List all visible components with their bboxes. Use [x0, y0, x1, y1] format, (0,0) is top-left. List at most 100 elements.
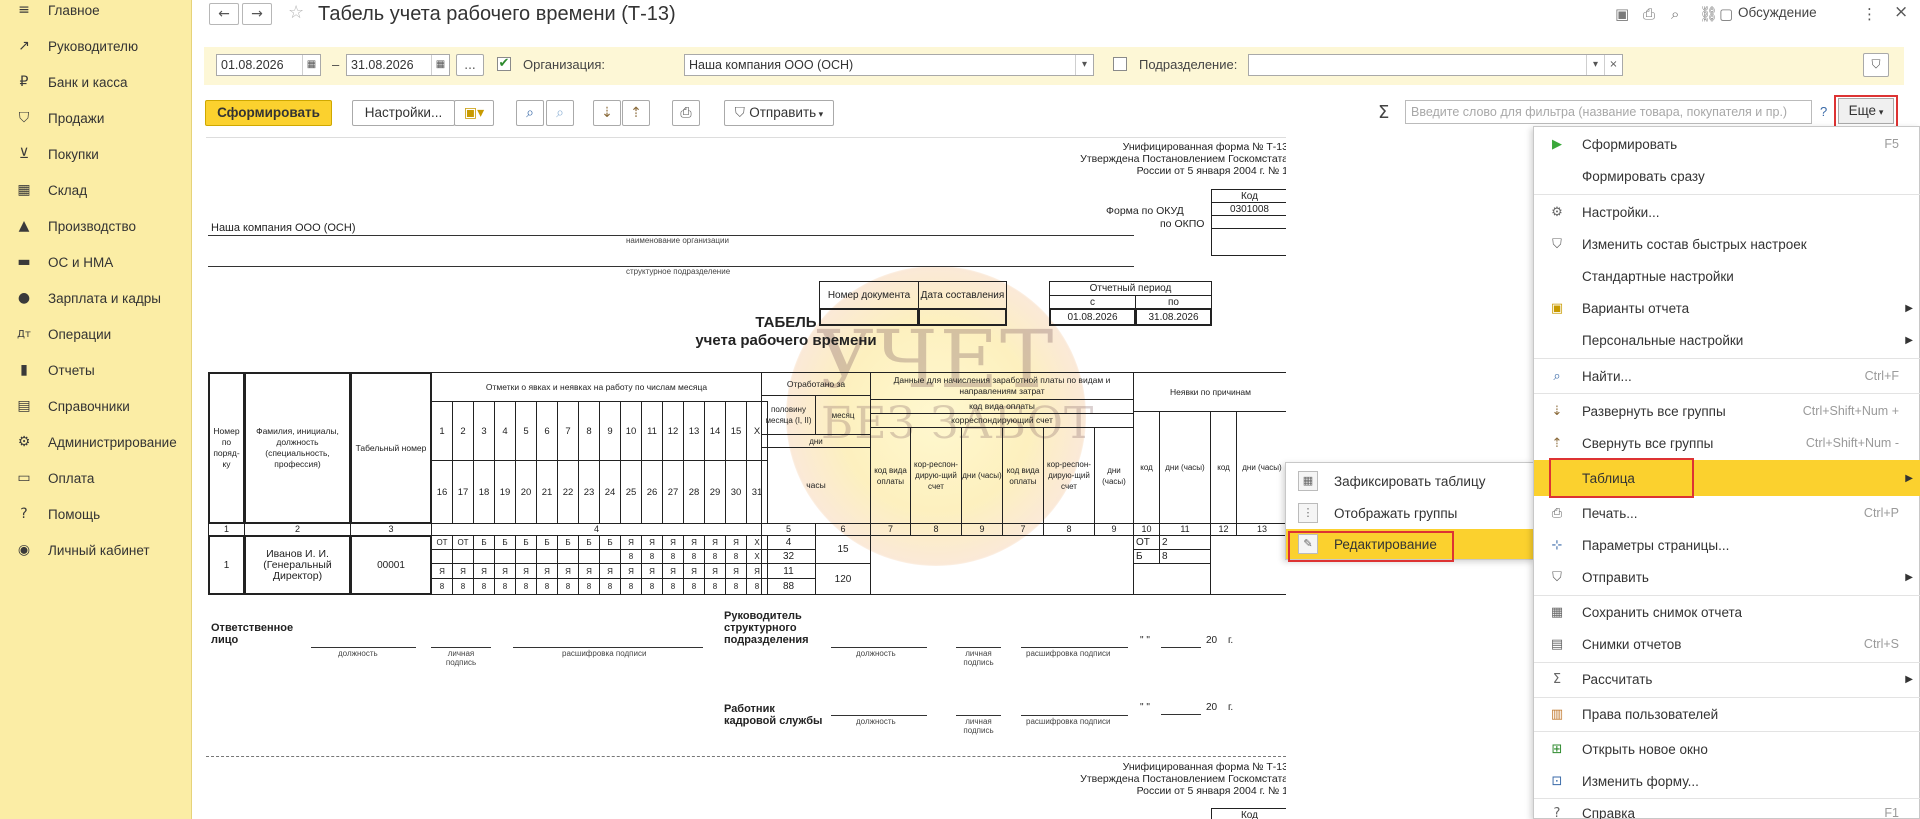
- date-to-input[interactable]: 31.08.2026 ▦: [346, 54, 450, 76]
- back-button[interactable]: ←: [209, 3, 239, 25]
- mark-cell: 8: [704, 549, 726, 564]
- employee-num: 1: [208, 535, 245, 595]
- menu-item-table[interactable]: Таблица ▶: [1534, 460, 1920, 496]
- sidebar-item-salary[interactable]: ● Зарплата и кадры: [0, 280, 192, 316]
- preview-icon[interactable]: ⌕: [1671, 5, 1679, 23]
- day-number-cell: 14: [704, 401, 726, 461]
- collapse-groups-icon[interactable]: ⇡: [622, 100, 650, 126]
- command-bar: Сформировать Настройки... ▣▾ ⌕ ⌕ ⇣ ⇡ ⎙ ⛉…: [192, 95, 1920, 128]
- generate-button[interactable]: Сформировать: [205, 100, 332, 126]
- more-button[interactable]: Еще ▾: [1838, 98, 1894, 124]
- menu-item-label: Изменить форму...: [1582, 773, 1699, 789]
- menu-item-generate-immediately[interactable]: Формировать сразу: [1534, 160, 1920, 192]
- date-from-value: 01.08.2026: [221, 58, 284, 72]
- menu-item-page-setup[interactable]: ⊹ Параметры страницы...: [1534, 529, 1920, 561]
- report-variants-button[interactable]: ▣▾: [454, 100, 494, 126]
- menu-item-snapshots[interactable]: ▤ Снимки отчетов Ctrl+S: [1534, 628, 1920, 660]
- organization-input[interactable]: Наша компания ООО (ОСН) ▾: [684, 54, 1094, 76]
- print-icon[interactable]: ⎙: [1643, 5, 1655, 23]
- sidebar-item-production[interactable]: ▲ Производство: [0, 208, 192, 244]
- organization-checkbox[interactable]: ✔: [497, 57, 511, 71]
- date-line: [1161, 714, 1201, 715]
- menu-item-settings[interactable]: ⚙ Настройки...: [1534, 196, 1920, 228]
- print-icon[interactable]: ⎙: [672, 100, 700, 126]
- menu-item-calculate[interactable]: Σ Рассчитать ▶: [1534, 663, 1920, 695]
- menu-item-expand-groups[interactable]: ⇣ Развернуть все группы Ctrl+Shift+Num +: [1534, 395, 1920, 427]
- menu-item-freeze-table[interactable]: ▦ Зафиксировать таблицу: [1286, 466, 1534, 496]
- sidebar-item-account[interactable]: ◉ Личный кабинет: [0, 532, 192, 568]
- chevron-down-icon[interactable]: ▾: [1075, 55, 1093, 75]
- expand-groups-icon[interactable]: ⇣: [593, 100, 621, 126]
- sum-icon[interactable]: Σ: [1378, 102, 1389, 123]
- close-icon[interactable]: ×: [1894, 2, 1908, 22]
- menu-item-print[interactable]: ⎙ Печать... Ctrl+P: [1534, 497, 1920, 529]
- filter-icon[interactable]: ⛉: [1863, 53, 1889, 77]
- menu-item-personal-settings[interactable]: Персональные настройки ▶: [1534, 324, 1920, 356]
- menu-item-report-variants[interactable]: ▣ Варианты отчета ▶: [1534, 292, 1920, 324]
- sidebar-item-admin[interactable]: ⚙ Администрирование: [0, 424, 192, 460]
- search-input[interactable]: Введите слово для фильтра (название това…: [1405, 100, 1812, 124]
- menu-item-label: Изменить состав быстрых настроек: [1582, 236, 1807, 252]
- sidebar-item-warehouse[interactable]: ▦ Склад: [0, 172, 192, 208]
- sidebar-item-sales[interactable]: ⛉ Продажи: [0, 100, 192, 136]
- period-select-button[interactable]: ...: [456, 54, 484, 76]
- col-fio-header: Фамилия, инициалы, должность (специально…: [244, 372, 351, 524]
- menu-item-collapse-groups[interactable]: ⇡ Свернуть все группы Ctrl+Shift+Num -: [1534, 427, 1920, 459]
- menu-item-standard-settings[interactable]: Стандартные настройки: [1534, 260, 1920, 292]
- approved-date: России от 5 января 2004 г. № 1: [1136, 165, 1286, 177]
- mark-cell: 8: [452, 578, 474, 595]
- payroll-data: [870, 535, 1134, 595]
- chat-icon[interactable]: ▢: [1719, 5, 1733, 23]
- shortcut: F1: [1884, 806, 1899, 819]
- sidebar-item-reports[interactable]: ▮ Отчеты: [0, 352, 192, 388]
- menu-item-change-form[interactable]: ⊡ Изменить форму...: [1534, 765, 1920, 797]
- menu-item-help[interactable]: ? Справка F1: [1534, 797, 1920, 819]
- chevron-down-icon[interactable]: ▾: [1586, 55, 1604, 75]
- mark-cell: 8: [431, 578, 453, 595]
- chevron-down-icon: ▾: [816, 109, 824, 119]
- search-icon[interactable]: ⌕: [516, 100, 544, 126]
- menu-item-new-window[interactable]: ⊞ Открыть новое окно: [1534, 733, 1920, 765]
- menu-item-user-rights[interactable]: ▥ Права пользователей: [1534, 698, 1920, 730]
- clear-icon[interactable]: ×: [1604, 55, 1622, 75]
- search-next-icon[interactable]: ⌕: [546, 100, 574, 126]
- settings-button[interactable]: Настройки...: [352, 100, 455, 126]
- save-icon[interactable]: ▣: [1615, 5, 1629, 23]
- menu-item-show-groups[interactable]: ⋮ Отображать группы: [1286, 498, 1534, 528]
- sidebar-item-manager[interactable]: ↗ Руководителю: [0, 28, 192, 64]
- sidebar-item-bank[interactable]: ₽ Банк и касса: [0, 64, 192, 100]
- calendar-icon[interactable]: ▦: [431, 55, 449, 75]
- submenu-arrow-icon: ▶: [1905, 472, 1913, 484]
- day-number-cell: 13: [683, 401, 705, 461]
- link-icon[interactable]: ⛓: [1699, 5, 1718, 23]
- mark-cell: [578, 549, 600, 564]
- separator: [1534, 194, 1920, 195]
- forward-button[interactable]: →: [242, 3, 272, 25]
- menu-item-label: Зафиксировать таблицу: [1334, 473, 1486, 489]
- menu-item-find[interactable]: ⌕ Найти... Ctrl+F: [1534, 360, 1920, 392]
- menu-item-quick-settings[interactable]: ⛉ Изменить состав быстрых настроек: [1534, 228, 1920, 260]
- send-button[interactable]: ⛉ Отправить ▾: [724, 100, 834, 126]
- sidebar-item-help[interactable]: ? Помощь: [0, 496, 192, 532]
- mark-cell: [599, 549, 621, 564]
- more-dots-icon[interactable]: ⋮: [1862, 5, 1877, 23]
- menu-item-generate[interactable]: ▶ Сформировать F5: [1534, 128, 1920, 160]
- favorite-star-icon[interactable]: ☆: [288, 2, 304, 23]
- department-checkbox[interactable]: [1113, 57, 1127, 71]
- corr-acc-header: корреспондирующий счет: [870, 413, 1134, 428]
- sidebar-item-purchases[interactable]: ⊻ Покупки: [0, 136, 192, 172]
- menu-item-send[interactable]: ⛉ Отправить ▶: [1534, 561, 1920, 593]
- sidebar-item-main[interactable]: ≡ Главное: [0, 0, 192, 28]
- menu-item-editing[interactable]: ✎ Редактирование: [1286, 529, 1534, 559]
- discuss-button[interactable]: Обсуждение: [1738, 5, 1817, 20]
- calendar-icon[interactable]: ▦: [302, 55, 320, 75]
- menu-item-save-snapshot[interactable]: ▦ Сохранить снимок отчета: [1534, 596, 1920, 628]
- date-from-input[interactable]: 01.08.2026 ▦: [216, 54, 321, 76]
- help-icon[interactable]: ?: [1820, 104, 1827, 119]
- sidebar-item-payment[interactable]: ▭ Оплата: [0, 460, 192, 496]
- department-input[interactable]: ▾ ×: [1248, 54, 1623, 76]
- sidebar-item-operations[interactable]: Дт Операции: [0, 316, 192, 352]
- unified-form: Унифицированная форма № Т-13: [1122, 761, 1286, 773]
- sidebar-item-assets[interactable]: ▬ ОС и НМА: [0, 244, 192, 280]
- sidebar-item-directories[interactable]: ▤ Справочники: [0, 388, 192, 424]
